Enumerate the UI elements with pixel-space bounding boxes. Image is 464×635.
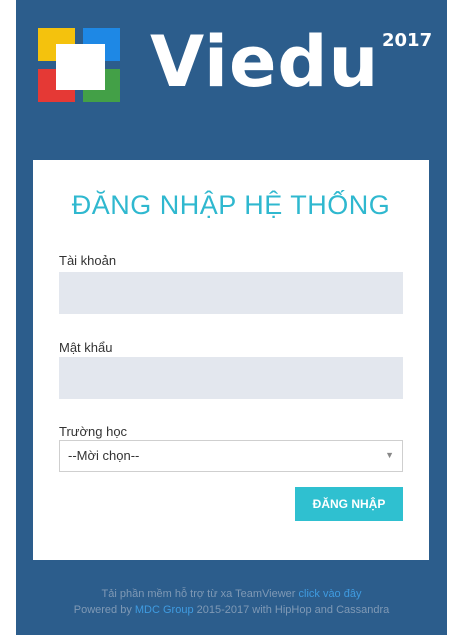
footer-support: Tải phần mềm hỗ trợ từ xa TeamViewer cli… [16, 588, 447, 600]
school-label: Trường học [59, 424, 128, 439]
mdc-group-link[interactable]: MDC Group [135, 604, 194, 616]
login-button[interactable]: ĐĂNG NHẬP [295, 487, 403, 521]
login-card: ĐĂNG NHẬP HỆ THỐNG Tài khoản Mật khẩu Tr… [33, 160, 429, 560]
password-input[interactable] [59, 357, 403, 399]
username-label: Tài khoản [59, 253, 117, 268]
logo-mark-icon [38, 28, 126, 106]
school-select[interactable]: --Mời chọn-- ▼ [59, 440, 403, 472]
teamviewer-link[interactable]: click vào đây [299, 588, 362, 600]
footer-powered: Powered by MDC Group 2015-2017 with HipH… [16, 604, 447, 616]
username-input[interactable] [59, 272, 403, 314]
school-select-value: --Mời chọn-- [68, 448, 140, 463]
password-label: Mật khẩu [59, 340, 113, 355]
chevron-down-icon: ▼ [385, 450, 394, 460]
footer-support-text: Tải phần mềm hỗ trợ từ xa TeamViewer [101, 588, 299, 600]
brand-logo: Viedu 2017 [38, 22, 432, 108]
login-title: ĐĂNG NHẬP HỆ THỐNG [71, 190, 391, 220]
brand-year: 2017 [382, 30, 433, 51]
brand-name: Viedu [150, 21, 380, 103]
footer-powered-prefix: Powered by [73, 604, 135, 616]
footer-powered-suffix: 2015-2017 with HipHop and Cassandra [193, 604, 390, 616]
